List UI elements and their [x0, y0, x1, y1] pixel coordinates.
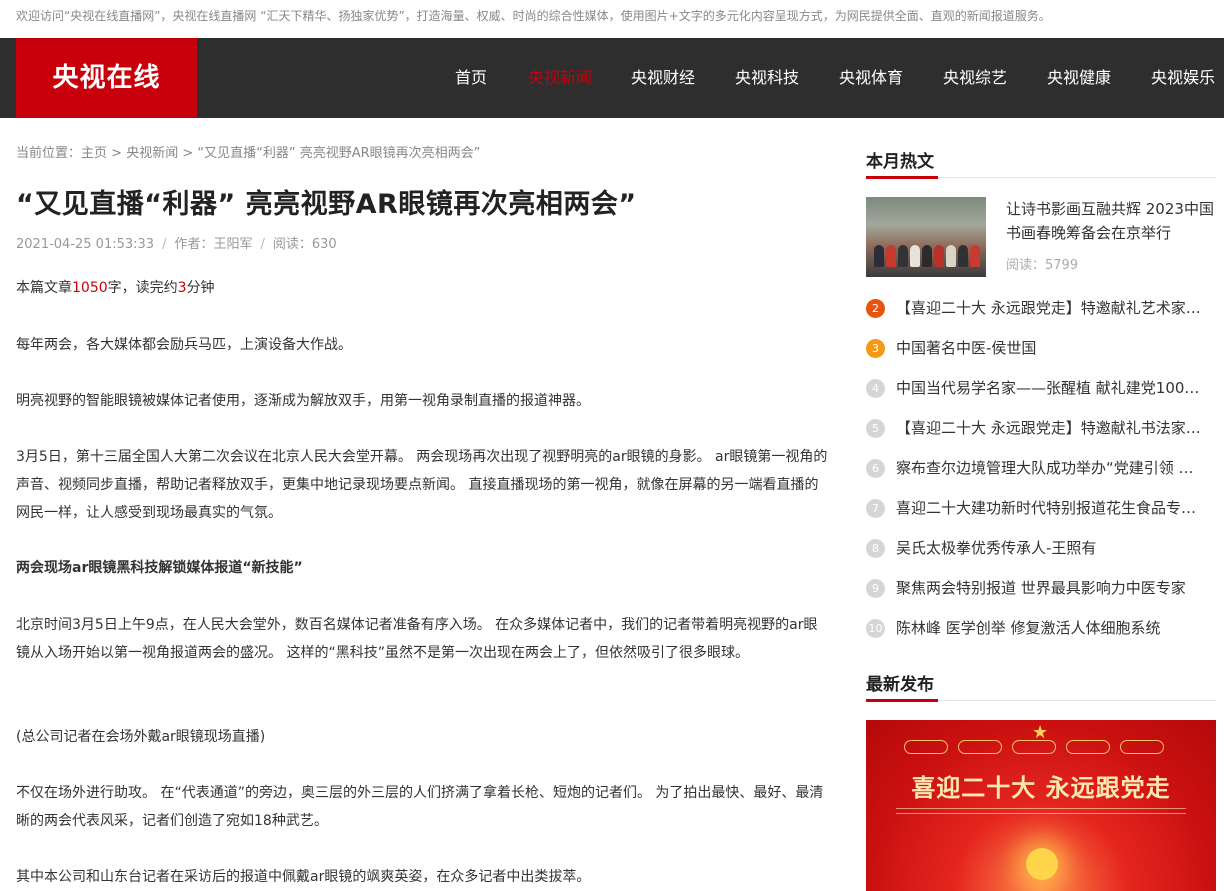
nav-item-variety[interactable]: 央视综艺 [943, 38, 1007, 118]
banner-decoration [1066, 740, 1110, 754]
hot-list-item[interactable]: 3 中国著名中医-侯世国 [866, 328, 1216, 368]
rank-badge: 7 [866, 499, 885, 518]
nav-item-entertainment[interactable]: 央视娱乐 [1151, 38, 1215, 118]
latest-title: 最新发布 [866, 675, 934, 695]
nav-item-finance[interactable]: 央视财经 [631, 38, 695, 118]
rank-badge: 5 [866, 419, 885, 438]
hot-list-item[interactable]: 10 陈林峰 医学创举 修复激活人体细胞系统 [866, 608, 1216, 648]
image-caption: (总公司记者在会场外戴ar眼镜现场直播) [16, 729, 266, 745]
summary-char-count: 1050 [72, 280, 108, 296]
article-reads: 阅读：630 [272, 237, 337, 252]
article-paragraph: 3月5日，第十三届全国人大第二次会议在北京人民大会堂开幕。 两会现场再次出现了视… [16, 449, 828, 521]
meta-separator: / [260, 237, 265, 252]
summary-minutes: 3 [177, 280, 187, 296]
hot-list-title[interactable]: 陈林峰 医学创举 修复激活人体细胞系统 [896, 608, 1206, 648]
hot-top-views: 阅读：5799 [1006, 258, 1079, 273]
site-logo[interactable]: 央视在线 [16, 38, 197, 118]
hot-list-item[interactable]: 8 吴氏太极拳优秀传承人-王照有 [866, 528, 1216, 568]
nav-item-news[interactable]: 央视新闻 [528, 38, 592, 118]
rank-badge: 9 [866, 579, 885, 598]
rank-badge: 4 [866, 379, 885, 398]
banner-decoration [1012, 740, 1056, 754]
rank-badge: 2 [866, 299, 885, 318]
rank-badge: 10 [866, 619, 885, 638]
summary-suffix: 分钟 [186, 280, 215, 296]
hot-list-item[interactable]: 4 中国当代易学名家——张醒植 献礼建党100周年 [866, 368, 1216, 408]
section-divider [866, 176, 1216, 179]
article-paragraph: 不仅在场外进行助攻。 在“代表通道”的旁边，奥三层的外三层的人们挤满了拿着长枪、… [16, 785, 824, 829]
breadcrumb-home-link[interactable]: 主页 [81, 146, 107, 161]
hot-list-item[interactable]: 6 察布查尔边境管理大队成功举办“党建引领 警民同心” [866, 448, 1216, 488]
breadcrumb-section-link[interactable]: 央视新闻 [126, 146, 178, 161]
article-title: “又见直播“利器” 亮亮视野AR眼镜再次亮相两会” [16, 189, 637, 220]
hot-list-title[interactable]: 中国著名中医-侯世国 [896, 328, 1206, 368]
article-paragraph: 每年两会，各大媒体都会励兵马匹，上演设备大作战。 [16, 337, 352, 353]
hot-list-item[interactable]: 5 【喜迎二十大 永远跟党走】特邀献礼书法家——刘家 [866, 408, 1216, 448]
welcome-bar: 欢迎访问“央视在线直播网”，央视在线直播网 “汇天下精华、扬独家优势”，打造海量… [16, 9, 1051, 23]
hot-list-title[interactable]: 吴氏太极拳优秀传承人-王照有 [896, 528, 1206, 568]
banner-decoration [904, 740, 948, 754]
article-paragraph: 其中本公司和山东台记者在采访后的报道中佩戴ar眼镜的飒爽英姿，在众多记者中出类拔… [16, 869, 591, 885]
article-datetime: 2021-04-25 01:53:33 [16, 237, 155, 252]
hot-list-item[interactable]: 7 喜迎二十大建功新时代特别报道花生食品专家张玉成 [866, 488, 1216, 528]
latest-banner-text: 喜迎二十大 永远跟党走 [911, 773, 1171, 802]
article-paragraph: 明亮视野的智能眼镜被媒体记者使用，逐渐成为解放双手，用第一视角录制直播的报道神器… [16, 393, 590, 409]
hot-list-title[interactable]: 察布查尔边境管理大队成功举办“党建引领 警民同心” [896, 448, 1206, 488]
banner-decoration [1120, 740, 1164, 754]
article-paragraph: 北京时间3月5日上午9点，在人民大会堂外，数百名媒体记者准备有序入场。 在众多媒… [16, 617, 818, 661]
hot-list-item[interactable]: 9 聚焦两会特别报道 世界最具影响力中医专家 [866, 568, 1216, 608]
party-emblem-icon [1026, 848, 1058, 880]
article-subheading: 两会现场ar眼镜黑科技解锁媒体报道“新技能” [16, 560, 303, 576]
banner-decoration [958, 740, 1002, 754]
article-author: 作者：王阳军 [174, 237, 253, 252]
article-meta: 2021-04-25 01:53:33 / 作者：王阳军 / 阅读：630 [16, 233, 337, 252]
hot-top-thumbnail [866, 197, 986, 277]
hot-top-title[interactable]: 让诗书影画互融共辉 2023中国书画春晚筹备会在京举行 [1006, 197, 1218, 245]
breadcrumb-prefix: 当前位置： [16, 146, 82, 161]
rank-badge: 3 [866, 339, 885, 358]
breadcrumb: 当前位置：主页 > 央视新闻 > “又见直播“利器” 亮亮视野AR眼镜再次亮相两… [16, 142, 480, 161]
hot-list-title[interactable]: 喜迎二十大建功新时代特别报道花生食品专家张玉成 [896, 488, 1206, 528]
breadcrumb-current: “又见直播“利器” 亮亮视野AR眼镜再次亮相两会” [197, 146, 481, 161]
main-navbar: 央视在线 首页 央视新闻 央视财经 央视科技 央视体育 央视综艺 央视健康 央视… [0, 38, 1224, 118]
nav-item-home[interactable]: 首页 [455, 38, 487, 118]
hot-top-article[interactable]: 让诗书影画互融共辉 2023中国书画春晚筹备会在京举行 阅读：5799 [866, 197, 1216, 277]
section-divider [866, 699, 1216, 702]
summary-prefix: 本篇文章 [16, 280, 72, 296]
banner-decoration [896, 808, 1186, 814]
hot-articles-title: 本月热文 [866, 152, 934, 172]
hot-list-item[interactable]: 2 【喜迎二十大 永远跟党走】特邀献礼艺术家——韩德让 [866, 288, 1216, 328]
nav-item-health[interactable]: 央视健康 [1047, 38, 1111, 118]
hot-list-title[interactable]: 【喜迎二十大 永远跟党走】特邀献礼艺术家——韩德让 [896, 288, 1206, 328]
hot-list-title[interactable]: 【喜迎二十大 永远跟党走】特邀献礼书法家——刘家 [896, 408, 1206, 448]
summary-middle: 字，读完约 [107, 280, 178, 296]
rank-badge: 8 [866, 539, 885, 558]
reading-summary: 本篇文章1050字，读完约3分钟 [16, 274, 828, 302]
meta-separator: / [162, 237, 167, 252]
breadcrumb-separator: > [182, 146, 194, 161]
hot-list-title[interactable]: 聚焦两会特别报道 世界最具影响力中医专家 [896, 568, 1206, 608]
nav-item-tech[interactable]: 央视科技 [735, 38, 799, 118]
hot-list-title[interactable]: 中国当代易学名家——张醒植 献礼建党100周年 [896, 368, 1206, 408]
rank-badge: 6 [866, 459, 885, 478]
nav-item-sports[interactable]: 央视体育 [839, 38, 903, 118]
breadcrumb-separator: > [111, 146, 123, 161]
latest-banner-image[interactable]: ★ 喜迎二十大 永远跟党走 [866, 720, 1216, 891]
